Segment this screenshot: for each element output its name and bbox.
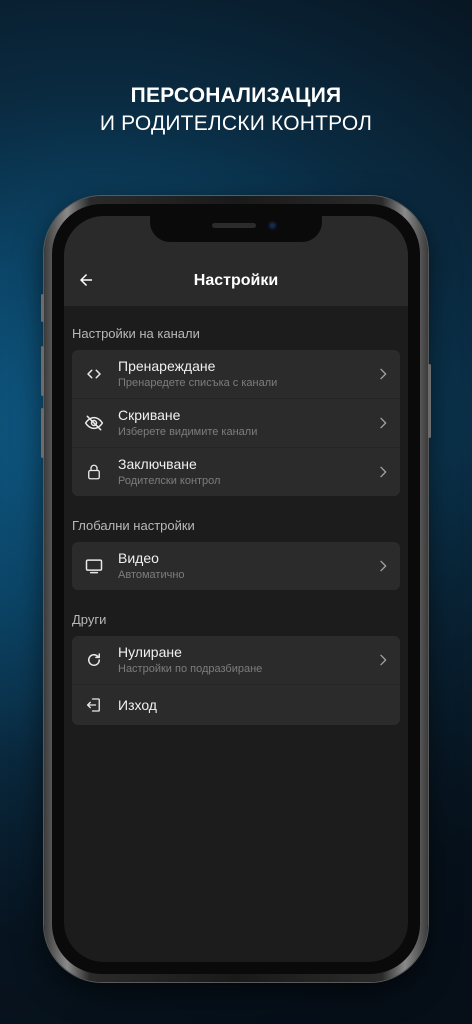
phone-volume-up-button bbox=[41, 346, 44, 396]
settings-item-reorder[interactable]: Пренареждане Пренаредете списъка с канал… bbox=[72, 350, 400, 399]
settings-item-logout[interactable]: Изход bbox=[72, 685, 400, 725]
settings-item-reset[interactable]: Нулиране Настройки по подразбиране bbox=[72, 636, 400, 685]
refresh-icon bbox=[84, 650, 104, 670]
code-brackets-icon bbox=[84, 364, 104, 384]
headline-line-2: И РОДИТЕЛСКИ КОНТРОЛ bbox=[99, 112, 373, 135]
phone-volume-down-button bbox=[41, 408, 44, 458]
promo-headline: ПЕРСОНАЛИЗАЦИЯ И РОДИТЕЛСКИ КОНТРОЛ bbox=[0, 82, 472, 138]
phone-notch bbox=[150, 216, 322, 242]
headline-line-1: ПЕРСОНАЛИЗАЦИЯ bbox=[130, 84, 342, 107]
settings-item-title: Пренареждане bbox=[118, 358, 216, 374]
settings-item-title: Заключване bbox=[118, 456, 197, 472]
section-label-global-settings: Глобални настройки bbox=[72, 518, 195, 533]
settings-item-title: Нулиране bbox=[118, 644, 182, 660]
settings-item-subtitle: Изберете видимите канали bbox=[118, 426, 258, 438]
settings-item-hide[interactable]: Скриване Изберете видимите канали bbox=[72, 399, 400, 448]
settings-item-subtitle: Пренаредете списъка с канали bbox=[118, 377, 278, 389]
settings-item-title: Скриване bbox=[118, 407, 181, 423]
phone-frame: Настройки Настройки на канали Пренарежда… bbox=[41, 196, 431, 982]
settings-item-subtitle: Настройки по подразбиране bbox=[118, 663, 263, 675]
settings-item-lock[interactable]: Заключване Родителски контрол bbox=[72, 448, 400, 496]
other-settings-card: Нулиране Настройки по подразбиране Изход bbox=[72, 636, 400, 725]
section-label-other: Други bbox=[72, 612, 107, 627]
channel-settings-card: Пренареждане Пренаредете списъка с канал… bbox=[72, 350, 400, 496]
phone-power-button bbox=[428, 364, 431, 438]
logout-icon bbox=[84, 695, 104, 715]
global-settings-card: Видео Автоматично bbox=[72, 542, 400, 590]
lock-icon bbox=[84, 462, 104, 482]
chevron-right-icon bbox=[374, 414, 392, 432]
phone-screen: Настройки Настройки на канали Пренарежда… bbox=[64, 216, 408, 962]
settings-item-video[interactable]: Видео Автоматично bbox=[72, 542, 400, 590]
eye-off-icon bbox=[84, 413, 104, 433]
settings-item-title: Видео bbox=[118, 550, 159, 566]
chevron-right-icon bbox=[374, 365, 392, 383]
monitor-icon bbox=[84, 556, 104, 576]
section-label-channel-settings: Настройки на канали bbox=[72, 326, 200, 341]
chevron-right-icon bbox=[374, 651, 392, 669]
earpiece-speaker bbox=[212, 223, 256, 228]
chevron-right-icon bbox=[374, 463, 392, 481]
page-title: Настройки bbox=[193, 272, 279, 289]
settings-item-subtitle: Автоматично bbox=[118, 569, 185, 581]
front-camera bbox=[268, 221, 277, 230]
settings-item-title: Изход bbox=[118, 697, 157, 713]
chevron-right-icon bbox=[374, 557, 392, 575]
settings-item-subtitle: Родителски контрол bbox=[118, 475, 221, 487]
phone-mute-switch bbox=[41, 294, 44, 322]
